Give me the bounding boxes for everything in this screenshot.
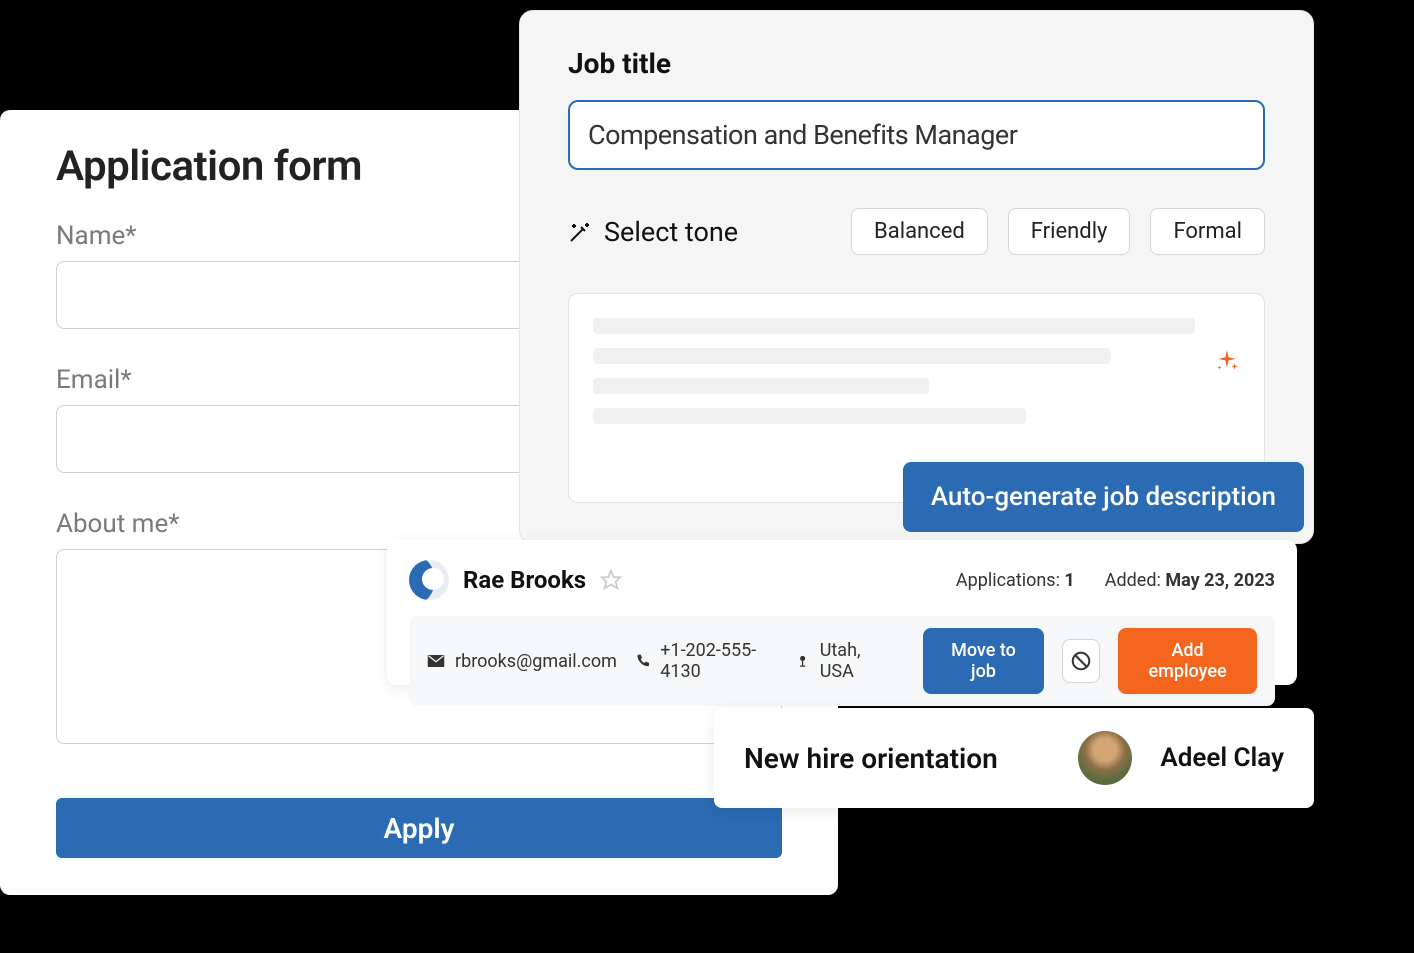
select-tone-label: Select tone	[604, 216, 831, 248]
candidate-name: Rae Brooks	[463, 566, 586, 594]
candidate-avatar	[409, 560, 449, 600]
candidate-meta: Applications: 1 Added: May 23, 2023	[956, 570, 1275, 591]
phone-icon	[635, 652, 650, 670]
skeleton-line	[593, 348, 1111, 364]
candidate-email: rbrooks@gmail.com	[427, 651, 617, 672]
skeleton-line	[593, 378, 929, 394]
add-employee-button[interactable]: Add employee	[1118, 628, 1257, 694]
candidate-header: Rae Brooks Applications: 1 Added: May 23…	[409, 560, 1275, 600]
envelope-icon	[427, 652, 445, 670]
job-title-label: Job title	[568, 47, 1265, 80]
reject-button[interactable]	[1062, 639, 1100, 683]
apply-button[interactable]: Apply	[56, 798, 782, 858]
tone-friendly-button[interactable]: Friendly	[1008, 208, 1131, 255]
job-description-card: Job title Select tone Balanced Friendly …	[519, 10, 1314, 544]
magic-wand-icon	[568, 220, 592, 244]
prohibit-icon	[1070, 650, 1092, 672]
sparkles-icon	[1214, 348, 1240, 374]
description-preview-box: Auto-generate job description	[568, 293, 1265, 503]
star-icon[interactable]	[600, 569, 622, 591]
candidate-location: Utah, USA	[795, 640, 887, 682]
candidate-phone: +1-202-555-4130	[635, 640, 777, 682]
person-avatar	[1078, 731, 1132, 785]
skeleton-line	[593, 408, 1026, 424]
skeleton-line	[593, 318, 1195, 334]
candidate-card: Rae Brooks Applications: 1 Added: May 23…	[387, 540, 1297, 685]
orientation-card: New hire orientation Adeel Clay	[714, 708, 1314, 808]
added-date: Added: May 23, 2023	[1105, 570, 1275, 591]
tone-formal-button[interactable]: Formal	[1150, 208, 1265, 255]
person-name: Adeel Clay	[1160, 743, 1284, 773]
candidate-contact-bar: rbrooks@gmail.com +1-202-555-4130 Utah, …	[409, 616, 1275, 706]
applications-count: Applications: 1	[956, 570, 1075, 591]
tone-balanced-button[interactable]: Balanced	[851, 208, 988, 255]
move-to-job-button[interactable]: Move to job	[923, 628, 1044, 694]
map-pin-icon	[795, 652, 810, 670]
tone-row: Select tone Balanced Friendly Formal	[568, 208, 1265, 255]
orientation-title: New hire orientation	[744, 742, 1050, 775]
auto-generate-button[interactable]: Auto-generate job description	[903, 462, 1304, 532]
job-title-input[interactable]	[568, 100, 1265, 170]
